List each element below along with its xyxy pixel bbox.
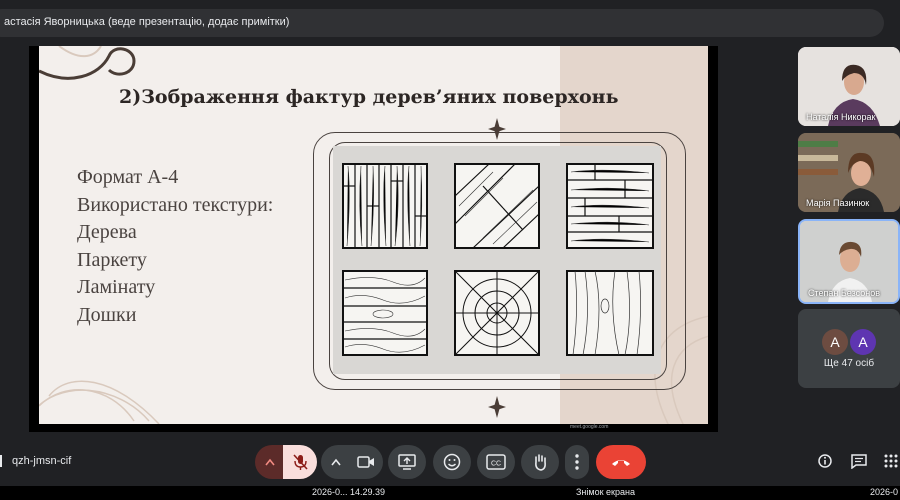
diamond-ornament-bottom [488, 396, 506, 418]
captions-icon-label: CC [491, 461, 501, 468]
slide-line: Дошки [77, 303, 137, 326]
mic-options-button[interactable] [255, 445, 285, 479]
taskbar-screenshot-label[interactable]: Знімок екрана [576, 487, 635, 497]
participant-name: Марія Пазинюк [806, 198, 870, 208]
more-participants-tile[interactable]: А А Ще 47 осіб [798, 309, 900, 388]
presenter-status: астасія Яворницька (веде презентацію, до… [4, 16, 290, 28]
meeting-code: qzh-jmsn-cif [12, 455, 72, 467]
slide-title: 2)Зображення фактур дерев’яних поверхонь [119, 86, 619, 108]
swirl-decoration-bottom [39, 380, 160, 424]
slide-line: Ламінату [77, 276, 156, 298]
chat-icon[interactable] [851, 454, 867, 469]
tree-ring-texture [454, 270, 540, 356]
taskbar-time-right: 2026-0 [870, 487, 899, 497]
participant-name: Наталія Никорак [806, 112, 876, 122]
chevron-up-icon [265, 458, 275, 466]
avatar: А [822, 329, 848, 355]
activities-grid-icon[interactable] [884, 454, 898, 468]
board-texture [342, 270, 428, 356]
participant-tile[interactable]: Наталія Никорак [798, 47, 900, 126]
leave-call-button[interactable] [596, 445, 646, 479]
emoji-icon [443, 453, 461, 471]
camera-options-button[interactable] [321, 445, 351, 479]
slide-line: Формат А-4 [77, 166, 179, 188]
top-bar: астасія Яворницька (веде презентацію, до… [0, 0, 900, 44]
participant-tile-active[interactable]: Степан Безсонов [798, 219, 900, 304]
wood-grain-texture [566, 270, 654, 356]
presentation-slide: 2)Зображення фактур дерев’яних поверхонь… [39, 46, 708, 424]
present-screen-icon [398, 454, 416, 470]
slide-line: Використано текстури: [77, 193, 274, 216]
present-screen-button[interactable] [388, 445, 426, 479]
video-camera-icon [357, 456, 374, 468]
mic-toggle-button[interactable] [283, 445, 317, 479]
participant-tile[interactable]: Марія Пазинюк [798, 133, 900, 212]
taskbar-file-time: 2026-0... 14.29.39 [312, 487, 386, 497]
mic-off-icon [293, 454, 308, 470]
watermark: meet.google.com [570, 424, 609, 430]
chevron-up-icon [331, 458, 341, 466]
avatar: А [850, 329, 876, 355]
slide-line: Паркету [77, 248, 147, 271]
hand-icon [535, 454, 546, 471]
camera-toggle-button[interactable] [349, 445, 383, 479]
texture-drawings [342, 163, 654, 356]
end-call-icon [612, 460, 630, 466]
divider [0, 455, 2, 467]
captions-button[interactable]: CC [477, 445, 515, 479]
more-participants-label: Ще 47 осіб [823, 358, 875, 369]
wood-plank-texture [342, 163, 428, 249]
os-taskbar [0, 486, 900, 500]
diamond-ornament-top [488, 118, 506, 140]
more-options-button[interactable] [565, 445, 589, 479]
captions-icon: CC [486, 454, 506, 470]
texture-drawing-photo [333, 146, 661, 374]
slide-text-list: Формат А-4 Використано текстури: Дерева … [77, 164, 273, 329]
info-icon[interactable] [818, 454, 832, 468]
slide-line: Дерева [77, 221, 137, 243]
participant-name: Степан Безсонов [808, 288, 880, 298]
more-vert-icon [575, 454, 579, 470]
raise-hand-button[interactable] [521, 445, 559, 479]
reactions-button[interactable] [433, 445, 471, 479]
laminate-texture [566, 163, 654, 249]
parquet-texture [454, 163, 540, 249]
